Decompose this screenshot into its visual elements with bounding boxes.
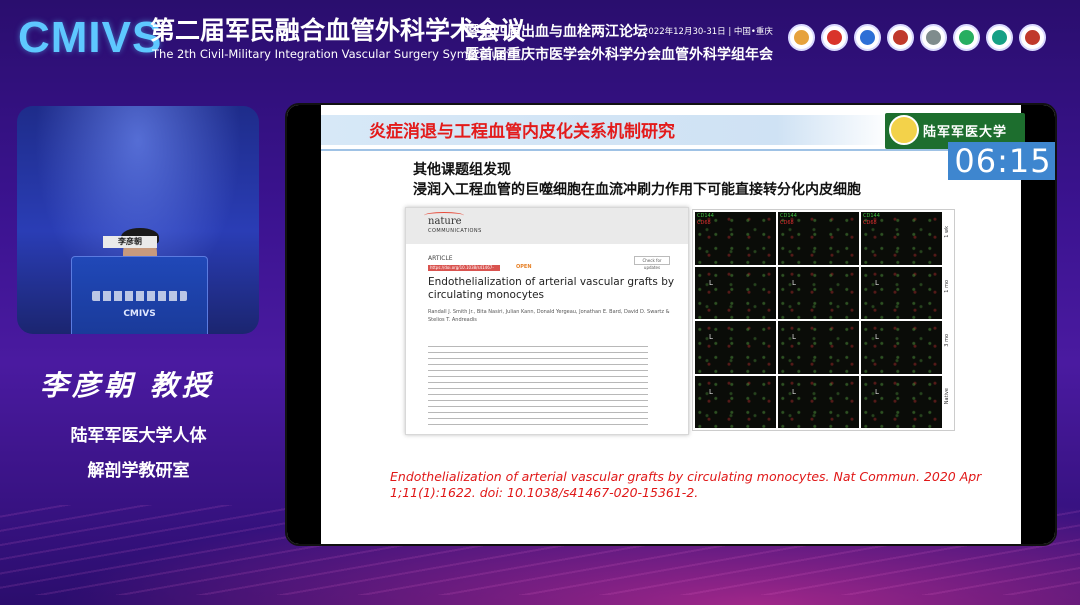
figure-row-label: 1 mo <box>944 280 950 293</box>
lumen-marker: L <box>875 278 879 287</box>
microscopy-panel: L <box>861 375 942 428</box>
sponsor-logo-emblem-icon <box>959 30 974 45</box>
podium-nameplate: 李彦朝 <box>103 236 157 248</box>
speaker-affiliation-line1: 陆军军医大学人体 <box>70 426 207 446</box>
microscopy-panel: CD144 CD68 <box>861 212 942 265</box>
lumen-marker: L <box>875 333 879 341</box>
presentation-slide: 炎症消退与工程血管内皮化关系机制研究 陆军军医大学 06:15 其他课题组发现 … <box>285 103 1057 546</box>
open-access-label: OPEN <box>516 264 532 270</box>
figure-row-label: 1 wk <box>944 226 950 238</box>
sponsor-logo-emblem-icon <box>860 30 875 45</box>
podium-logos <box>92 291 187 301</box>
lumen-marker: L <box>792 278 796 287</box>
article-abstract <box>428 346 648 428</box>
microscopy-panel: L <box>778 321 859 374</box>
article-header: nature COMMUNICATIONS <box>406 208 688 244</box>
article-title: Endothelialization of arterial vascular … <box>428 276 675 301</box>
podium-brand: CMIVS <box>123 309 156 319</box>
panel-label-cd144: CD144 <box>863 213 880 219</box>
podium: CMIVS <box>71 256 208 334</box>
sponsor-logo-emblem-icon <box>1025 30 1040 45</box>
microscopy-panel: L <box>861 266 942 319</box>
sponsor-logo-icon <box>821 24 848 51</box>
sponsor-logo-icon <box>1019 24 1046 51</box>
sponsor-logo-icon <box>920 24 947 51</box>
microscopy-grid: CD144 CD68 CD144 CD68 CD144 CD68 L L L L L L L L L <box>695 212 942 428</box>
slide-divider <box>321 149 1025 151</box>
figure-row-label: 3 mo <box>944 334 950 347</box>
article-type: ARTICLE <box>428 255 453 262</box>
microscopy-panel: CD144 CD68 <box>695 212 776 265</box>
microscopy-panel: L <box>695 266 776 319</box>
microscopy-panel: L <box>695 375 776 428</box>
lumen-marker: L <box>792 387 796 396</box>
header-banner: CMIVS 第二届军民融合血管外科学术会议 The 2th Civil-Mili… <box>0 0 1080 72</box>
sponsor-logo-icon <box>854 24 881 51</box>
journal-name-sub: COMMUNICATIONS <box>428 228 482 234</box>
microscopy-panel: L <box>778 375 859 428</box>
sponsor-logo-icon <box>986 24 1013 51</box>
lumen-marker: L <box>709 387 713 396</box>
sponsor-logo-icon <box>887 24 914 51</box>
figure-row-label: Native <box>944 388 950 405</box>
microscopy-panel: L <box>695 321 776 374</box>
panel-label-cd68: CD68 <box>863 220 877 226</box>
subtitle-forum: 暨第四届出血与血栓两江论坛 <box>465 24 647 40</box>
subtitle-annual-meeting: 暨首届重庆市医学会外科学分会血管外科学组年会 <box>465 47 773 63</box>
panel-label-cd68: CD68 <box>697 220 711 226</box>
brand-logo: CMIVS <box>18 13 163 62</box>
slide-title: 炎症消退与工程血管内皮化关系机制研究 <box>369 122 675 142</box>
lumen-marker: L <box>875 387 879 396</box>
countdown-timer: 06:15 <box>948 142 1055 180</box>
lumen-marker: L <box>792 333 796 341</box>
sponsor-logo-emblem-icon <box>794 30 809 45</box>
speaker-name: 李彦朝 教授 <box>40 369 214 402</box>
sponsor-logo-emblem-icon <box>827 30 842 45</box>
university-emblem-icon <box>889 115 919 145</box>
lumen-marker: L <box>709 333 713 341</box>
sponsor-logo-icon <box>953 24 980 51</box>
microscopy-figure: CD144 CD68 CD144 CD68 CD144 CD68 L L L L L L L L L 1 w… <box>692 209 955 431</box>
sponsor-logo-emblem-icon <box>992 30 1007 45</box>
microscopy-panel: L <box>778 266 859 319</box>
microscopy-panel: CD144 CD68 <box>778 212 859 265</box>
panel-label-cd144: CD144 <box>780 213 797 219</box>
sponsor-logos <box>788 24 1046 51</box>
slide-subheading: 浸润入工程血管的巨噬细胞在血流冲刷力作用下可能直接转分化内皮细胞 <box>413 182 861 198</box>
article-screenshot: nature COMMUNICATIONS ARTICLE https://do… <box>405 207 689 435</box>
figure-row-labels: 1 wk 1 mo 3 mo Native <box>944 212 954 428</box>
speaker-affiliation-line2: 解剖学教研室 <box>87 461 190 481</box>
speaker-camera-feed: 李彦朝 CMIVS <box>17 106 259 334</box>
slide-border-left <box>287 105 321 544</box>
microscopy-panel: L <box>861 321 942 374</box>
article-doi: https://doi.org/10.1038/s41467-020-15361… <box>428 265 500 276</box>
conference-date: 2022年12月30-31日 | 中国•重庆 <box>643 27 773 37</box>
journal-name: nature <box>428 216 462 227</box>
sponsor-logo-emblem-icon <box>926 30 941 45</box>
check-updates-badge: Check for updates <box>634 256 670 270</box>
conference-title-en: The 2th Civil-Military Integration Vascu… <box>152 47 510 61</box>
article-authors: Randall J. Smith Jr., Bita Nasiri, Julia… <box>428 309 670 323</box>
slide-heading: 其他课题组发现 <box>413 162 511 178</box>
lumen-marker: L <box>709 278 713 287</box>
panel-label-cd68: CD68 <box>780 220 794 226</box>
university-name: 陆军军医大学 <box>923 125 1008 140</box>
sponsor-logo-emblem-icon <box>893 30 908 45</box>
sponsor-logo-icon <box>788 24 815 51</box>
panel-label-cd144: CD144 <box>697 213 714 219</box>
citation: Endothelialization of arterial vascular … <box>390 469 982 500</box>
